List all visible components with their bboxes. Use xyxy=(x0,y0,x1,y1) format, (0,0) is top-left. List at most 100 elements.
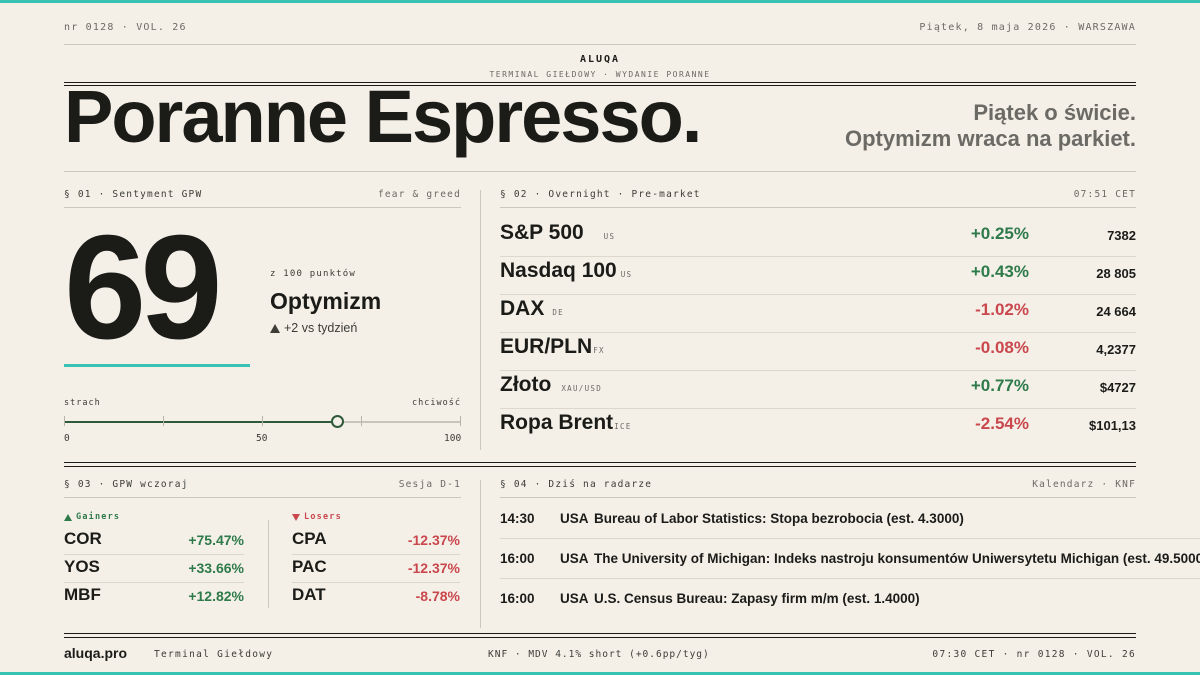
divider xyxy=(64,44,1136,45)
divider xyxy=(500,207,1136,208)
gauge-tick xyxy=(163,416,164,426)
gauge-right-label: chciwość xyxy=(412,398,461,408)
loser-change: -12.37% xyxy=(407,532,460,548)
gauge-max: 100 xyxy=(444,433,462,444)
issue-number: nr 0128 · VOL. 26 xyxy=(64,22,187,33)
gpw-section-label: Sesja D-1 xyxy=(398,479,461,490)
calendar-event: 14:30 USA Bureau of Labor Statistics: St… xyxy=(500,499,1200,539)
market-change: +0.25% xyxy=(970,224,1029,243)
sentiment-section-label: fear & greed xyxy=(377,189,461,200)
market-name: Nasdaq 100 US xyxy=(500,259,633,282)
gainers-losers-divider xyxy=(268,520,269,608)
market-price: $4727 xyxy=(1099,380,1136,395)
loser-row: DAT -8.78% xyxy=(292,583,460,611)
market-name: DAX DE xyxy=(500,297,564,320)
gauge-tick xyxy=(262,416,263,426)
triangle-down-icon xyxy=(292,513,300,521)
footer-knf-note: KNF · MDV 4.1% short (+0.6pp/tyg) xyxy=(488,649,710,660)
gainer-row: MBF +12.82% xyxy=(64,583,244,611)
gainer-row: COR +75.47% xyxy=(64,527,244,555)
divider xyxy=(64,497,461,498)
market-change: -0.08% xyxy=(975,338,1029,357)
column-divider xyxy=(480,190,481,450)
page-title: Poranne Espresso. xyxy=(64,75,702,158)
masthead-topbar: nr 0128 · VOL. 26 Piątek, 8 maja 2026 · … xyxy=(64,22,1136,33)
divider-double-top xyxy=(64,633,1136,634)
gauge-tick xyxy=(361,416,362,426)
overnight-section-header: § 02 · Overnight · Pre-market 07:51 CET xyxy=(500,189,1136,200)
event-country: USA xyxy=(560,551,589,566)
event-title: Bureau of Labor Statistics: Stopa bezrob… xyxy=(594,511,964,526)
sentiment-section-header: § 01 · Sentyment GPW fear & greed xyxy=(64,189,461,200)
market-name: EUR/PLNFX xyxy=(500,335,605,358)
gainer-row: YOS +33.66% xyxy=(64,555,244,583)
footer: aluqa.pro Terminal Giełdowy KNF · MDV 4.… xyxy=(64,645,1136,665)
gauge-tick xyxy=(64,416,65,426)
loser-symbol: DAT xyxy=(292,585,326,604)
sentiment-delta: +2 vs tydzień xyxy=(270,321,357,335)
market-row: Ropa BrentICE -2.54% $101,13 xyxy=(500,409,1136,447)
gauge-left-label: strach xyxy=(64,398,101,408)
top-accent-bar xyxy=(0,0,1200,3)
market-price: 24 664 xyxy=(1096,304,1136,319)
tagline-line-2: Optymizm wraca na parkiet. xyxy=(845,126,1136,151)
market-change: +0.77% xyxy=(970,376,1029,395)
divider xyxy=(64,171,1136,172)
sentiment-score: 69 xyxy=(64,205,223,370)
market-name: S&P 500 US xyxy=(500,221,616,244)
sentiment-mood: Optymizm xyxy=(270,288,382,314)
loser-change: -8.78% xyxy=(415,588,460,604)
market-row: Nasdaq 100 US +0.43% 28 805 xyxy=(500,257,1136,295)
radar-section-header: § 04 · Dziś na radarze Kalendarz · KNF xyxy=(500,479,1136,490)
sentiment-gauge xyxy=(64,415,461,428)
loser-row: PAC -12.37% xyxy=(292,555,460,583)
overnight-section-title: § 02 · Overnight · Pre-market xyxy=(500,189,701,200)
radar-section-label: Kalendarz · KNF xyxy=(1032,479,1136,490)
footer-issue-info: 07:30 CET · nr 0128 · VOL. 26 xyxy=(932,649,1136,660)
sentiment-section-title: § 01 · Sentyment GPW xyxy=(64,189,203,200)
radar-section-title: § 04 · Dziś na radarze xyxy=(500,479,653,490)
event-country: USA xyxy=(560,511,589,526)
brand-name: ALUQA xyxy=(579,54,621,65)
market-change: +0.43% xyxy=(970,262,1029,281)
overnight-time: 07:51 CET xyxy=(1073,189,1136,200)
market-change: -1.02% xyxy=(975,300,1029,319)
market-name: Ropa BrentICE xyxy=(500,411,632,434)
event-time: 14:30 xyxy=(500,511,535,526)
losers-header: Losers xyxy=(292,512,342,522)
tagline-line-1: Piątek o świcie. xyxy=(973,100,1136,125)
column-divider xyxy=(480,480,481,628)
footer-site-link[interactable]: aluqa.pro xyxy=(64,645,127,661)
market-row: S&P 500 US +0.25% 7382 xyxy=(500,219,1136,257)
market-price: 7382 xyxy=(1107,228,1136,243)
sentiment-delta-text: +2 vs tydzień xyxy=(284,321,358,335)
gpw-section-header: § 03 · GPW wczoraj Sesja D-1 xyxy=(64,479,461,490)
score-scale-label: z 100 punktów xyxy=(270,269,357,279)
tagline: Piątek o świcie. Optymizm wraca na parki… xyxy=(845,100,1136,152)
market-row: DAX DE -1.02% 24 664 xyxy=(500,295,1136,333)
triangle-up-icon xyxy=(270,323,280,333)
gpw-section-title: § 03 · GPW wczoraj xyxy=(64,479,189,490)
loser-change: -12.37% xyxy=(407,560,460,576)
footer-terminal-label: Terminal Giełdowy xyxy=(154,649,274,660)
gauge-min: 0 xyxy=(64,433,70,444)
market-row: Złoto XAU/USD +0.77% $4727 xyxy=(500,371,1136,409)
event-title: U.S. Census Bureau: Zapasy firm m/m (est… xyxy=(594,591,920,606)
gainer-symbol: COR xyxy=(64,529,102,548)
divider-double-bottom xyxy=(64,466,1136,467)
market-name: Złoto XAU/USD xyxy=(500,373,603,396)
calendar-event: 16:00 USA The University of Michigan: In… xyxy=(500,539,1200,579)
gainer-symbol: MBF xyxy=(64,585,101,604)
loser-symbol: CPA xyxy=(292,529,327,548)
score-underline xyxy=(64,364,250,367)
market-row: EUR/PLNFX -0.08% 4,2377 xyxy=(500,333,1136,371)
market-change: -2.54% xyxy=(975,414,1029,433)
gainer-symbol: YOS xyxy=(64,557,100,576)
event-title: The University of Michigan: Indeks nastr… xyxy=(594,551,1200,566)
event-time: 16:00 xyxy=(500,551,535,566)
market-price: 4,2377 xyxy=(1096,342,1136,357)
gauge-marker xyxy=(331,415,345,428)
divider-double-bottom xyxy=(64,637,1136,638)
gainer-change: +12.82% xyxy=(188,588,244,604)
gainer-change: +33.66% xyxy=(188,560,244,576)
